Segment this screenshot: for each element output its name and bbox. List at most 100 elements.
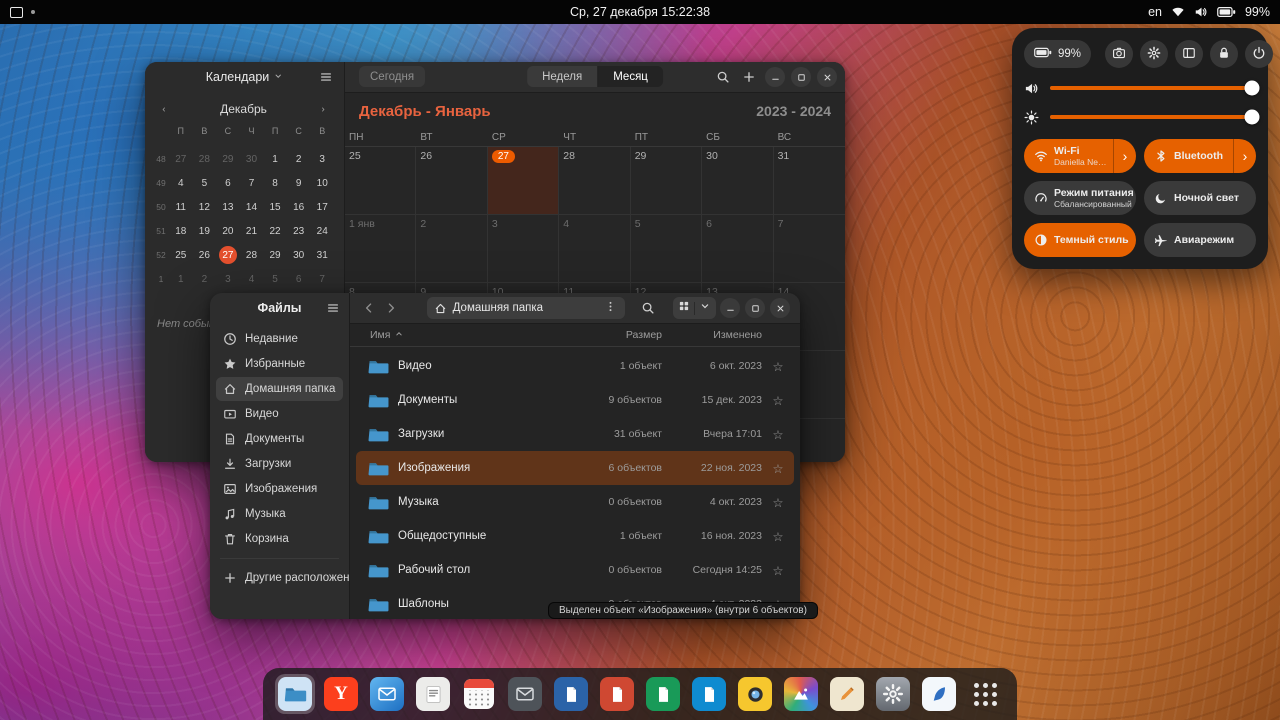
file-row[interactable]: Общедоступные1 объект16 ноя. 2023☆ bbox=[356, 519, 794, 553]
sidebar-item-download[interactable]: Загрузки bbox=[216, 452, 343, 476]
dock-office-impress[interactable] bbox=[597, 674, 637, 714]
path-bar[interactable]: Домашняя папка bbox=[427, 297, 625, 319]
sidebar-item-video[interactable]: Видео bbox=[216, 402, 343, 426]
mini-day[interactable]: 28 bbox=[240, 243, 264, 267]
power-button[interactable] bbox=[1245, 40, 1273, 68]
month-view-button[interactable]: Месяц bbox=[597, 66, 663, 87]
mini-day[interactable]: 30 bbox=[240, 147, 264, 171]
calendar-day-cell[interactable]: 7 bbox=[774, 215, 845, 283]
mini-day[interactable]: 15 bbox=[263, 195, 287, 219]
file-row-selected[interactable]: Изображения6 объектов22 ноя. 2023☆ bbox=[356, 451, 794, 485]
file-row[interactable]: Видео1 объект6 окт. 2023☆ bbox=[356, 349, 794, 383]
system-menu[interactable]: en 99% bbox=[1148, 5, 1270, 19]
week-view-button[interactable]: Неделя bbox=[527, 66, 597, 87]
dock-calendar[interactable] bbox=[459, 674, 499, 714]
new-event-button[interactable] bbox=[739, 67, 759, 87]
star-icon[interactable]: ☆ bbox=[762, 427, 794, 442]
calendar-maximize-button[interactable] bbox=[791, 67, 811, 87]
calendar-day-cell[interactable]: 2 bbox=[416, 215, 487, 283]
sidebar-item-home[interactable]: Домашняя папка bbox=[216, 377, 343, 401]
dock-photos[interactable] bbox=[781, 674, 821, 714]
mini-day[interactable]: 3 bbox=[310, 147, 334, 171]
airplane-toggle[interactable]: Авиарежим bbox=[1144, 223, 1256, 257]
mini-day[interactable]: 12 bbox=[193, 195, 217, 219]
files-maximize-button[interactable] bbox=[745, 298, 765, 318]
wifi-toggle[interactable]: Wi-FiDaniella Netw...› bbox=[1024, 139, 1136, 173]
calendar-day-cell[interactable]: 3 bbox=[488, 215, 559, 283]
dock-office-writer[interactable] bbox=[551, 674, 591, 714]
mini-day[interactable]: 2 bbox=[193, 267, 217, 291]
slider-knob[interactable] bbox=[1244, 110, 1259, 125]
mini-day[interactable]: 25 bbox=[169, 243, 193, 267]
dock-mail-dark[interactable] bbox=[505, 674, 545, 714]
star-icon[interactable]: ☆ bbox=[762, 393, 794, 408]
mini-day[interactable]: 31 bbox=[310, 243, 334, 267]
screenshot-button[interactable] bbox=[1105, 40, 1133, 68]
slider-track[interactable] bbox=[1050, 86, 1256, 90]
calendar-day-cell[interactable]: 30 bbox=[702, 147, 773, 215]
mini-day[interactable]: 1 bbox=[263, 147, 287, 171]
calendar-day-cell-today[interactable]: 27 bbox=[488, 147, 559, 215]
star-icon[interactable]: ☆ bbox=[762, 359, 794, 374]
file-row[interactable]: Рабочий стол0 объектовСегодня 14:25☆ bbox=[356, 553, 794, 587]
sidebar-item-music[interactable]: Музыка bbox=[216, 502, 343, 526]
power-mode-toggle[interactable]: Режим питанияСбалансированный bbox=[1024, 181, 1136, 215]
settings-button[interactable] bbox=[1140, 40, 1168, 68]
file-row[interactable]: Документы9 объектов15 дек. 2023☆ bbox=[356, 383, 794, 417]
mini-day[interactable]: 29 bbox=[216, 147, 240, 171]
dock-settings[interactable] bbox=[873, 674, 913, 714]
clock-menu[interactable]: Ср, 27 декабря 15:22:38 bbox=[570, 5, 710, 19]
mini-day[interactable]: 13 bbox=[216, 195, 240, 219]
calendar-day-cell[interactable]: 26 bbox=[416, 147, 487, 215]
calendar-day-cell[interactable]: 5 bbox=[631, 215, 702, 283]
today-button[interactable]: Сегодня bbox=[359, 66, 425, 87]
mini-day[interactable]: 11 bbox=[169, 195, 193, 219]
star-icon[interactable]: ☆ bbox=[762, 495, 794, 510]
dock-app-grid[interactable] bbox=[965, 674, 1005, 714]
calendar-day-cell[interactable]: 31 bbox=[774, 147, 845, 215]
calendars-dropdown[interactable]: Календари bbox=[200, 69, 290, 85]
dock-mail[interactable] bbox=[367, 674, 407, 714]
mini-day[interactable]: 14 bbox=[240, 195, 264, 219]
dock-files[interactable] bbox=[275, 674, 315, 714]
mini-day[interactable]: 5 bbox=[193, 171, 217, 195]
view-options-chevron-icon[interactable] bbox=[699, 299, 711, 317]
forward-button[interactable] bbox=[382, 298, 400, 318]
mini-day[interactable]: 7 bbox=[240, 171, 264, 195]
calendar-search-button[interactable] bbox=[713, 67, 733, 87]
mini-day[interactable]: 29 bbox=[263, 243, 287, 267]
calendar-day-cell[interactable]: 29 bbox=[631, 147, 702, 215]
column-modified[interactable]: Изменено bbox=[662, 329, 762, 341]
mini-day-today[interactable]: 27 bbox=[219, 246, 237, 264]
mini-day[interactable]: 3 bbox=[216, 267, 240, 291]
dock-pen[interactable] bbox=[919, 674, 959, 714]
mini-day[interactable]: 21 bbox=[240, 219, 264, 243]
mini-day[interactable]: 27 bbox=[169, 147, 193, 171]
sidebar-item-trash[interactable]: Корзина bbox=[216, 527, 343, 551]
mini-day[interactable]: 4 bbox=[240, 267, 264, 291]
star-icon[interactable]: ☆ bbox=[762, 461, 794, 476]
files-menu-button[interactable] bbox=[323, 298, 343, 318]
view-toggle-button[interactable] bbox=[673, 297, 716, 319]
calendar-day-cell[interactable]: 1 янв bbox=[345, 215, 416, 283]
back-button[interactable] bbox=[360, 298, 378, 318]
mini-day[interactable]: 6 bbox=[287, 267, 311, 291]
slider-knob[interactable] bbox=[1244, 81, 1259, 96]
sidebar-item-star[interactable]: Избранные bbox=[216, 352, 343, 376]
mini-day[interactable]: 5 bbox=[263, 267, 287, 291]
star-icon[interactable]: ☆ bbox=[762, 529, 794, 544]
mini-next-month-button[interactable] bbox=[314, 100, 332, 118]
files-minimize-button[interactable] bbox=[720, 298, 740, 318]
dock-text-editor[interactable] bbox=[413, 674, 453, 714]
mini-day[interactable]: 30 bbox=[287, 243, 311, 267]
night-light-toggle[interactable]: Ночной свет bbox=[1144, 181, 1256, 215]
dock-camera[interactable] bbox=[735, 674, 775, 714]
mini-day[interactable]: 23 bbox=[287, 219, 311, 243]
slider-track[interactable] bbox=[1050, 115, 1256, 119]
mini-day[interactable]: 22 bbox=[263, 219, 287, 243]
dock-office-draw[interactable] bbox=[689, 674, 729, 714]
calendar-close-button[interactable] bbox=[817, 67, 837, 87]
path-menu-icon[interactable] bbox=[604, 300, 618, 316]
star-icon[interactable]: ☆ bbox=[762, 563, 794, 578]
mini-day[interactable]: 19 bbox=[193, 219, 217, 243]
